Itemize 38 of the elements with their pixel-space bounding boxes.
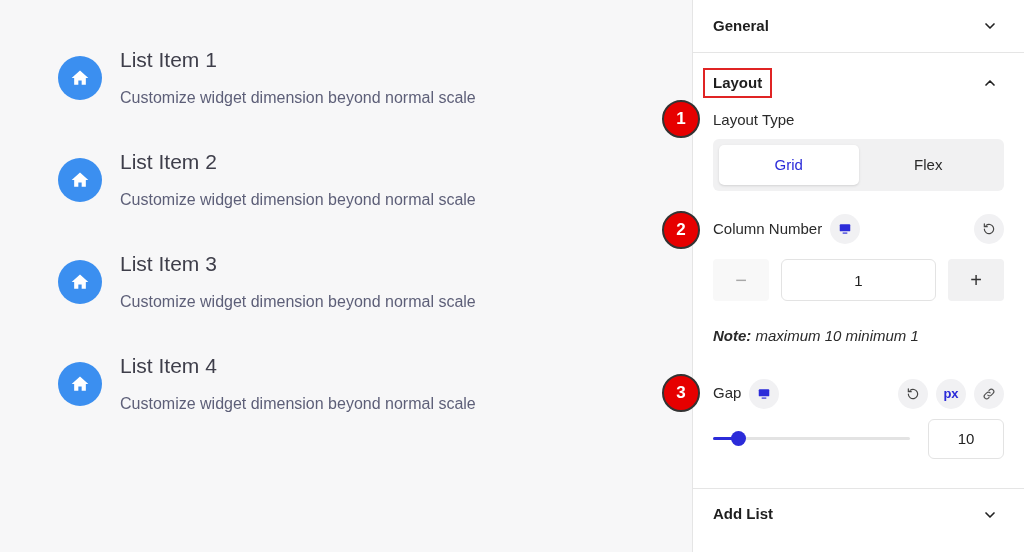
list-item-description: Customize widget dimension beyond normal scale (120, 292, 476, 312)
field-label: Layout Type (713, 110, 796, 130)
reset-icon[interactable] (898, 378, 928, 409)
increment-button[interactable]: + (948, 259, 1004, 301)
desktop-icon[interactable] (830, 214, 861, 244)
layout-option-tab[interactable]: Flex (858, 145, 998, 185)
note-text: Note: maximum 10 minimum 1 (713, 326, 920, 346)
desktop-icon[interactable] (749, 378, 780, 409)
list-item-title: List Item 2 (120, 149, 218, 175)
gap-value-field[interactable]: 10 (928, 418, 1004, 459)
section-header[interactable]: Add List (713, 488, 1004, 541)
number-marker: 2 (662, 211, 700, 249)
field-label: Gap (713, 383, 742, 404)
slider-track[interactable] (713, 431, 910, 446)
unit-button[interactable]: px (936, 378, 966, 409)
slider-thumb[interactable] (731, 431, 747, 446)
number-field[interactable]: 1 (781, 259, 936, 301)
list-item-description: Customize widget dimension beyond normal scale (120, 394, 476, 414)
layout-option-tab[interactable]: Grid (719, 145, 859, 185)
section-header[interactable]: Layout (703, 53, 1004, 113)
list-item-description: Customize widget dimension beyond normal scale (120, 88, 476, 108)
home-icon (58, 362, 102, 406)
reset-icon[interactable] (974, 214, 1004, 244)
section-header[interactable]: General (713, 0, 1004, 52)
list-item-title: List Item 3 (120, 251, 218, 277)
home-icon (58, 260, 102, 304)
list-item-title: List Item 1 (120, 47, 218, 73)
list-item-title: List Item 4 (120, 353, 218, 379)
field-label: Column Number (713, 218, 823, 239)
home-icon (58, 158, 102, 202)
number-marker: 1 (662, 100, 700, 138)
number-marker: 3 (662, 374, 700, 412)
link-icon[interactable] (974, 378, 1004, 409)
home-icon (58, 56, 102, 100)
section-title: General (713, 15, 769, 36)
section-title: Add List (713, 504, 773, 525)
section-title: Layout (703, 67, 773, 99)
list-item-description: Customize widget dimension beyond normal scale (120, 190, 476, 210)
